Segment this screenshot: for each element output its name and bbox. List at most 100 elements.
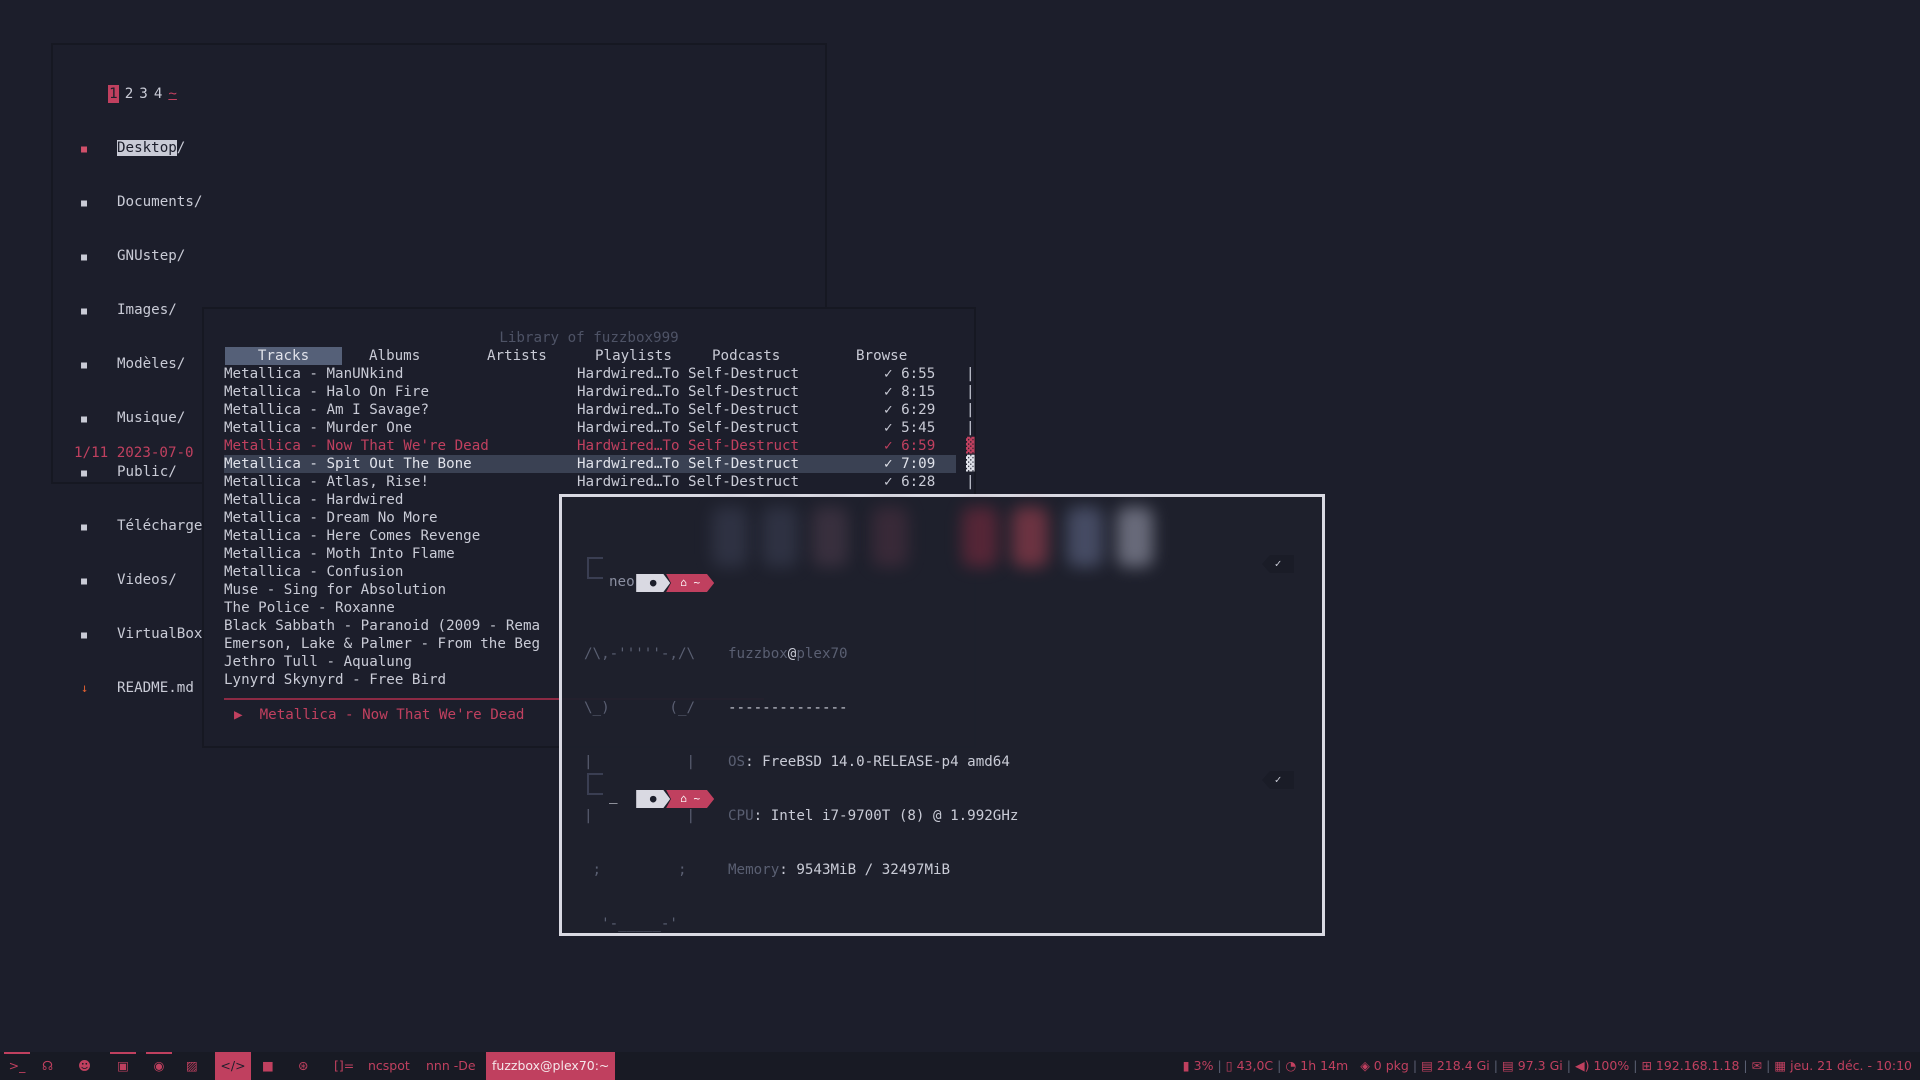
track-title: Metallica - Atlas, Rise! — [224, 474, 429, 490]
track-row[interactable]: Metallica - Murder One Hardwired…To Self-… — [224, 419, 978, 437]
cpu-icon: ▮ — [1182, 1058, 1190, 1073]
markdown-icon: ↓ — [81, 681, 89, 695]
cursor[interactable]: _ — [609, 787, 618, 805]
status-check-icon: ✓ — [1262, 555, 1294, 573]
track-album: Hardwired…To Self-Destruct — [577, 366, 800, 382]
track-row[interactable]: Metallica - Atlas, Rise! Hardwired…To Sel… — [224, 473, 978, 491]
blur-artifact — [872, 507, 908, 567]
prompt-dir: ~ — [693, 576, 701, 589]
folder-icon: ■ — [81, 630, 88, 641]
track-row[interactable]: Metallica - Spit Out The Bone Hardwired…T… — [224, 455, 975, 473]
scroll-indicator: | — [966, 420, 975, 436]
file-entry[interactable]: ■ GNUstep/ — [81, 247, 254, 265]
ascii-line: '-_____-' — [584, 916, 678, 932]
volume-icon[interactable]: ◀) — [1575, 1058, 1590, 1073]
gamepad-icon[interactable]: ⊛ — [298, 1052, 308, 1080]
task-terminal[interactable]: fuzzbox@plex70:~ — [486, 1052, 616, 1080]
track-album: Hardwired…To Self-Destruct — [577, 438, 800, 454]
volume-level[interactable]: 100% — [1593, 1058, 1629, 1073]
nnn-status-line: 1/11 2023-07-0 — [74, 445, 194, 461]
layout-indicator[interactable]: []= — [334, 1052, 354, 1080]
status-check-icon: ✓ — [1262, 771, 1294, 789]
info-value: : Intel i7-9700T (8) @ 1.992GHz — [753, 808, 1019, 824]
headphones-icon[interactable]: ☊ — [42, 1052, 53, 1080]
blur-artifact — [1117, 507, 1153, 567]
tab-tracks[interactable]: Tracks — [225, 347, 342, 365]
folder-icon: ■ — [81, 360, 88, 371]
track-album: Hardwired…To Self-Destruct — [577, 456, 800, 472]
file-name: Images/ — [117, 302, 177, 318]
track-title: Jethro Tull - Aqualung — [224, 654, 412, 670]
tab-albums[interactable]: Albums — [369, 347, 420, 365]
track-album: Hardwired…To Self-Destruct — [577, 402, 800, 418]
track-row[interactable]: Metallica - ManUNkind Hardwired…To Self-D… — [224, 365, 978, 383]
disk-usage-1: 218.4 Gi — [1436, 1058, 1490, 1073]
track-row[interactable]: Metallica - Halo On Fire Hardwired…To Sel… — [224, 383, 978, 401]
tab-artists[interactable]: Artists — [487, 347, 547, 365]
nnn-tab-1[interactable]: 1 — [108, 85, 119, 103]
track-album: Hardwired…To Self-Destruct — [577, 474, 800, 490]
file-name: Modèles/ — [117, 356, 186, 372]
track-album: Hardwired…To Self-Destruct — [577, 384, 800, 400]
now-playing: ▶ Metallica - Now That We're Dead — [234, 707, 525, 723]
nnn-tab-4[interactable]: 4 — [154, 85, 163, 103]
track-duration: ✓ 6:55 — [884, 366, 936, 382]
taskbar: >_ ☊ ☻ ▣ ◉ ▨ </> ■ ⊛ []= ncspot nnn -De … — [0, 1052, 1920, 1080]
video-icon[interactable]: ■ — [262, 1052, 274, 1080]
ascii-line: /\,-'''''-,/\ — [584, 646, 696, 662]
nnn-tab-home[interactable]: ~ — [168, 85, 177, 103]
ascii-line: \_) (_/ — [584, 700, 696, 716]
file-name: Desktop — [117, 140, 177, 156]
track-row[interactable]: Metallica - Am I Savage? Hardwired…To Sel… — [224, 401, 978, 419]
folder-icon: ■ — [81, 306, 88, 317]
terminal-window[interactable]: ● ⌂ ~ ✓ neo /\,-'''''-,/\ \_) (_/ | | | |… — [559, 494, 1325, 936]
info-memory: Memory: 9543MiB / 32497MiB — [728, 861, 1018, 879]
track-row[interactable]: Metallica - Now That We're Dead Hardwired… — [224, 437, 978, 455]
ascii-line: | | — [584, 754, 696, 770]
ncspot-tabs: Tracks Albums Artists Playlists Podcasts… — [224, 347, 964, 365]
host-name: plex70 — [796, 646, 848, 662]
user-host: fuzzbox@plex70 — [728, 645, 1018, 663]
track-title: Black Sabbath - Paranoid (2009 - Rema — [224, 618, 541, 634]
clock[interactable]: jeu. 21 déc. - 10:10 — [1790, 1058, 1912, 1073]
shell-prompt: ● ⌂ ~ — [602, 771, 715, 808]
scroll-indicator: ▓ — [966, 438, 975, 454]
disk-icon: ▤ — [1502, 1058, 1514, 1073]
task-ncspot[interactable]: ncspot — [368, 1052, 410, 1080]
nnn-tab-3[interactable]: 3 — [139, 85, 148, 103]
tab-podcasts[interactable]: Podcasts — [712, 347, 780, 365]
temperature: 43,0C — [1236, 1058, 1274, 1073]
blur-artifact — [712, 507, 748, 567]
file-entry[interactable]: ■ Documents/ — [81, 193, 254, 211]
terminal-icon[interactable]: >_ — [4, 1052, 30, 1080]
file-entry[interactable]: ■ Desktop/ — [81, 139, 254, 157]
track-title: Metallica - Dream No More — [224, 510, 438, 526]
ascii-line: ; ; — [584, 862, 687, 878]
mail-icon[interactable]: ✉ — [1752, 1058, 1762, 1073]
thermometer-icon: ▯ — [1225, 1058, 1233, 1073]
nnn-tab-2[interactable]: 2 — [125, 85, 134, 103]
library-title: Library of fuzzbox999 — [499, 330, 679, 346]
tab-playlists[interactable]: Playlists — [595, 347, 672, 365]
file-name: Musique/ — [117, 410, 186, 426]
scroll-indicator: | — [966, 384, 975, 400]
firefox-icon[interactable]: ◉ — [146, 1052, 172, 1080]
folder-icon: ■ — [81, 522, 88, 533]
track-title: Metallica - Here Comes Revenge — [224, 528, 481, 544]
package-icon: ◈ — [1360, 1058, 1370, 1073]
image-icon[interactable]: ▨ — [186, 1052, 198, 1080]
track-title: Metallica - Halo On Fire — [224, 384, 429, 400]
calendar-icon: ▦ — [1774, 1058, 1787, 1073]
code-icon[interactable]: </> — [215, 1052, 251, 1080]
info-key: CPU — [728, 808, 754, 824]
tab-browse[interactable]: Browse — [856, 347, 907, 365]
user-icon[interactable]: ☻ — [78, 1052, 91, 1080]
scroll-indicator: ▓ — [966, 456, 975, 472]
info-value: : 9543MiB / 32497MiB — [779, 862, 951, 878]
briefcase-icon[interactable]: ▣ — [110, 1052, 136, 1080]
prompt-bracket — [587, 773, 603, 795]
task-nnn[interactable]: nnn -De — [426, 1052, 476, 1080]
command-text: neo — [609, 574, 635, 590]
file-name: Public/ — [117, 464, 177, 480]
info-key: Memory — [728, 862, 780, 878]
